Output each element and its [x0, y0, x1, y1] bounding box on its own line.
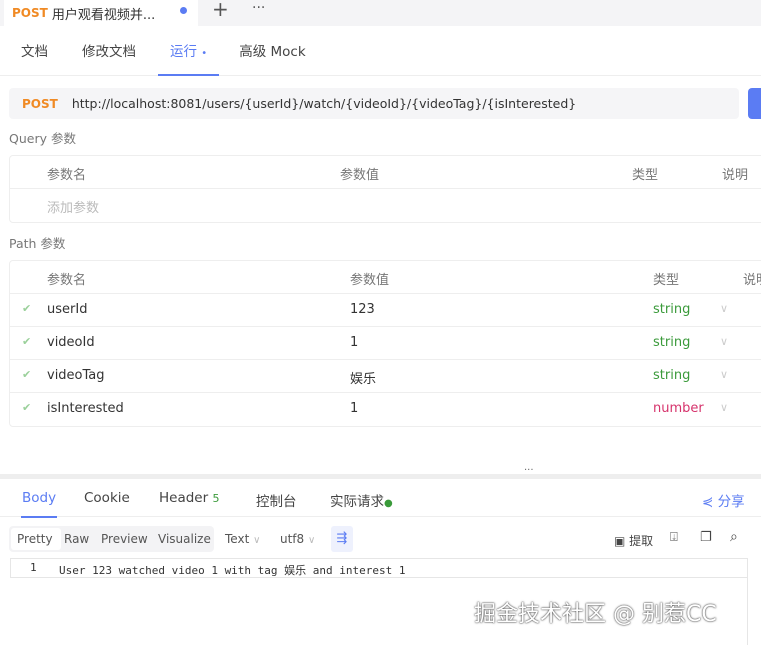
watermark: 掘金技术社区 @ 别惹CC	[474, 602, 717, 627]
add-tab-button[interactable]: +	[212, 0, 229, 21]
sub-tabs: 文档 修改文档 运行 • 高级 Mock	[0, 36, 761, 76]
view-raw[interactable]: Raw	[64, 532, 89, 546]
table-row: ✔ videoId 1 string ∨	[10, 327, 761, 360]
param-value[interactable]: 1	[350, 335, 358, 350]
status-dot: ●	[384, 498, 393, 509]
param-value[interactable]: 娱乐	[350, 368, 376, 387]
col-desc: 说明	[722, 168, 749, 183]
extract-label: 提取	[629, 534, 654, 548]
format-select[interactable]: Text ∨	[225, 532, 260, 546]
col-value: 参数值	[340, 168, 380, 183]
response-body[interactable]: User 123 watched video 1 with tag 娱乐 and…	[10, 558, 747, 578]
param-name[interactable]: videoTag	[47, 368, 105, 383]
view-pretty[interactable]: Pretty	[11, 528, 61, 550]
wrap-lines-icon[interactable]: ⇶	[331, 526, 353, 552]
send-button[interactable]	[748, 88, 761, 119]
tab-run-label: 运行	[170, 44, 197, 60]
header-count-badge: 5	[212, 492, 220, 505]
copy-icon[interactable]: ❐	[700, 530, 712, 545]
download-icon[interactable]: ⍗	[670, 530, 678, 545]
param-name[interactable]: userId	[47, 302, 87, 317]
col-value: 参数值	[350, 273, 390, 288]
encoding-value: utf8	[280, 532, 305, 546]
table-row: ✔ isInterested 1 number ∨	[10, 393, 761, 426]
request-url[interactable]: http://localhost:8081/users/{userId}/wat…	[72, 96, 576, 111]
tab-actual-request[interactable]: 实际请求●	[330, 490, 393, 510]
check-icon[interactable]: ✔	[22, 368, 31, 381]
col-type: 类型	[653, 273, 680, 288]
format-value: Text	[225, 532, 250, 546]
path-title: Path 参数	[9, 236, 66, 251]
tab-cookie[interactable]: Cookie	[84, 490, 130, 506]
param-name[interactable]: isInterested	[47, 401, 124, 416]
encoding-select[interactable]: utf8 ∨	[280, 532, 315, 546]
unsaved-dot-icon	[180, 7, 187, 14]
tab-mock[interactable]: 高级 Mock	[227, 36, 317, 76]
run-dot: •	[201, 48, 208, 59]
param-value[interactable]: 123	[350, 302, 375, 317]
scrollbar[interactable]	[747, 558, 761, 645]
view-visualize[interactable]: Visualize	[158, 532, 211, 546]
view-preview[interactable]: Preview	[101, 532, 148, 546]
tab-docs[interactable]: 文档	[9, 36, 60, 76]
check-icon[interactable]: ✔	[22, 302, 31, 315]
tab-run[interactable]: 运行 •	[158, 36, 220, 76]
chevron-down-icon[interactable]: ∨	[720, 401, 728, 414]
check-icon[interactable]: ✔	[22, 335, 31, 348]
param-value[interactable]: 1	[350, 401, 358, 416]
extract-icon: ▣	[614, 534, 626, 548]
check-icon[interactable]: ✔	[22, 401, 31, 414]
query-table: 参数名 参数值 类型 说明 添加参数	[9, 155, 761, 223]
request-tab[interactable]: POST 用户观看视频并...	[4, 0, 198, 26]
tab-title: 用户观看视频并...	[51, 7, 156, 23]
response-text[interactable]: User 123 watched video 1 with tag 娱乐 and…	[59, 562, 406, 578]
view-mode-selector: Pretty Raw Preview Visualize	[9, 526, 214, 552]
param-type[interactable]: string	[653, 335, 690, 350]
chevron-down-icon[interactable]: ∨	[720, 368, 728, 381]
tab-actual-request-label: 实际请求	[330, 494, 384, 510]
chevron-down-icon[interactable]: ∨	[720, 335, 728, 348]
search-icon[interactable]: ⌕	[730, 529, 738, 545]
tab-bar: POST 用户观看视频并... + ···	[0, 0, 761, 26]
table-row: ✔ userId 123 string ∨	[10, 294, 761, 327]
resize-handle[interactable]: ···	[0, 465, 761, 479]
param-name[interactable]: videoId	[47, 335, 95, 350]
add-param-input[interactable]: 添加参数	[47, 197, 99, 216]
table-row: ✔ videoTag 娱乐 string ∨	[10, 360, 761, 393]
request-method[interactable]: POST	[22, 97, 58, 111]
path-table: 参数名 参数值 类型 说明 ✔ userId 123 string ∨ ✔ vi…	[9, 260, 761, 427]
param-type[interactable]: string	[653, 302, 690, 317]
tab-header-label: Header	[159, 490, 209, 506]
tab-method: POST	[12, 6, 48, 20]
tab-header[interactable]: Header 5	[159, 490, 219, 506]
response-tabs: Body Cookie Header 5 控制台 实际请求● ⋞ 分享	[0, 481, 761, 518]
extract-button[interactable]: ▣ 提取	[614, 532, 653, 549]
tab-console[interactable]: 控制台	[256, 490, 297, 510]
tab-body[interactable]: Body	[21, 490, 58, 518]
col-name: 参数名	[47, 273, 87, 288]
more-tabs-button[interactable]: ···	[252, 0, 265, 16]
query-title: Query 参数	[9, 131, 76, 146]
share-label: 分享	[717, 494, 745, 510]
tab-edit-docs[interactable]: 修改文档	[70, 36, 148, 76]
col-desc: 说明	[743, 273, 761, 288]
share-icon: ⋞	[702, 494, 714, 510]
col-type: 类型	[632, 168, 659, 183]
url-bar[interactable]: POST http://localhost:8081/users/{userId…	[9, 88, 739, 119]
param-type[interactable]: number	[653, 401, 704, 416]
param-type[interactable]: string	[653, 368, 690, 383]
share-button[interactable]: ⋞ 分享	[702, 490, 745, 510]
chevron-down-icon[interactable]: ∨	[720, 302, 728, 315]
col-name: 参数名	[47, 168, 87, 183]
